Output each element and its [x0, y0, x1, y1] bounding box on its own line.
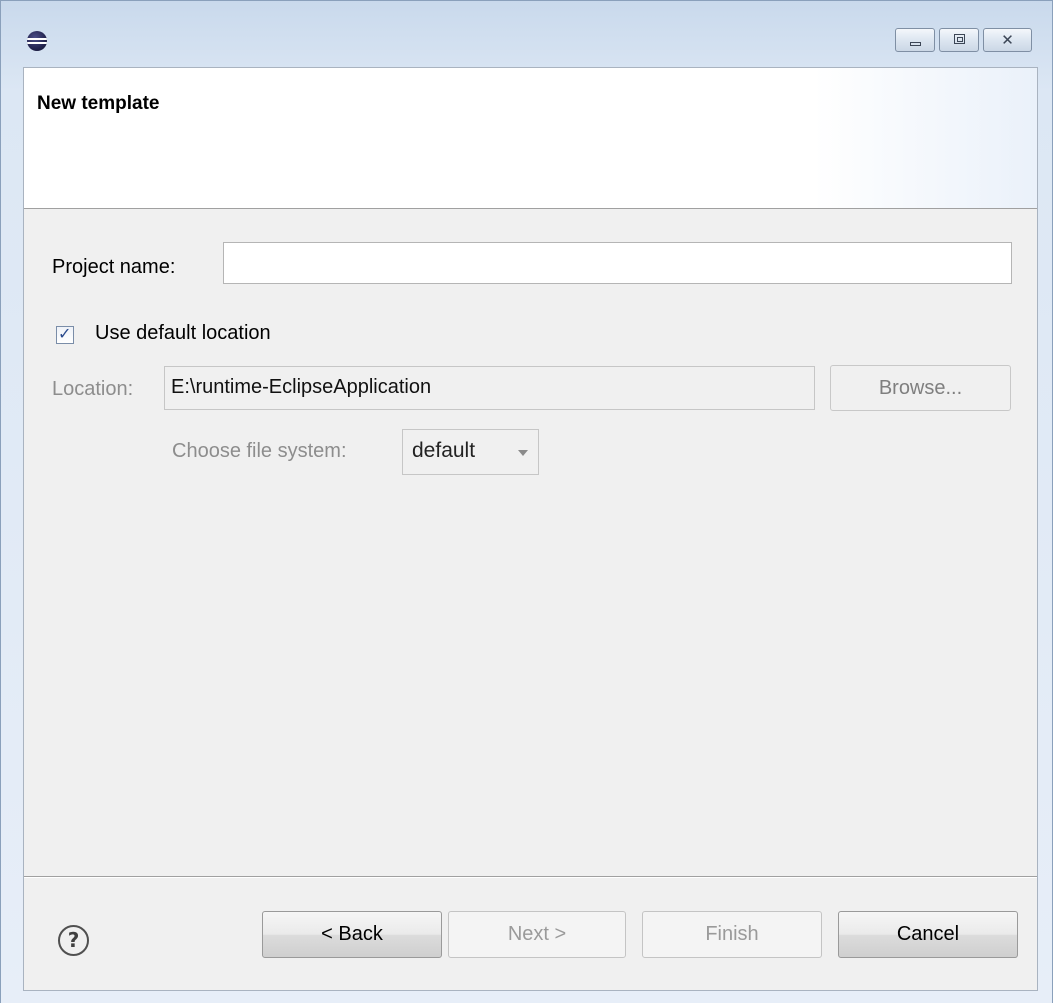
- location-input[interactable]: E:\runtime-EclipseApplication: [164, 366, 815, 410]
- file-system-label: Choose file system:: [172, 440, 347, 462]
- wizard-header: New template: [24, 68, 1037, 209]
- next-button[interactable]: Next >: [448, 911, 626, 958]
- use-default-location-checkbox[interactable]: ✓: [56, 324, 74, 344]
- file-system-select[interactable]: default: [402, 429, 539, 475]
- cancel-button[interactable]: Cancel: [838, 911, 1018, 958]
- dialog-content: New template Project name: ✓ Use default…: [23, 67, 1038, 991]
- close-button[interactable]: ✕: [983, 28, 1032, 52]
- file-system-value: default: [412, 439, 476, 462]
- window-controls: ✕: [895, 28, 1032, 52]
- browse-button[interactable]: Browse...: [830, 365, 1011, 411]
- eclipse-icon: [27, 31, 47, 51]
- finish-button[interactable]: Finish: [642, 911, 822, 958]
- use-default-location-label[interactable]: Use default location: [95, 322, 271, 345]
- project-name-label: Project name:: [52, 256, 176, 278]
- minimize-icon: [910, 42, 921, 46]
- back-button[interactable]: < Back: [262, 911, 442, 958]
- minimize-button[interactable]: [895, 28, 935, 52]
- help-icon[interactable]: ?: [58, 925, 89, 956]
- title-bar[interactable]: ✕: [1, 1, 1052, 66]
- checkmark-icon: ✓: [58, 324, 72, 343]
- maximize-icon: [954, 34, 965, 44]
- close-icon: ✕: [1001, 31, 1014, 49]
- dialog-window: ✕ New template Project name: ✓ Use defau…: [0, 0, 1053, 1003]
- project-name-input[interactable]: [223, 242, 1012, 284]
- location-label: Location:: [52, 378, 134, 400]
- footer-divider: [24, 876, 1037, 878]
- maximize-button[interactable]: [939, 28, 979, 52]
- chevron-down-icon: [518, 450, 528, 456]
- page-title: New template: [37, 93, 160, 114]
